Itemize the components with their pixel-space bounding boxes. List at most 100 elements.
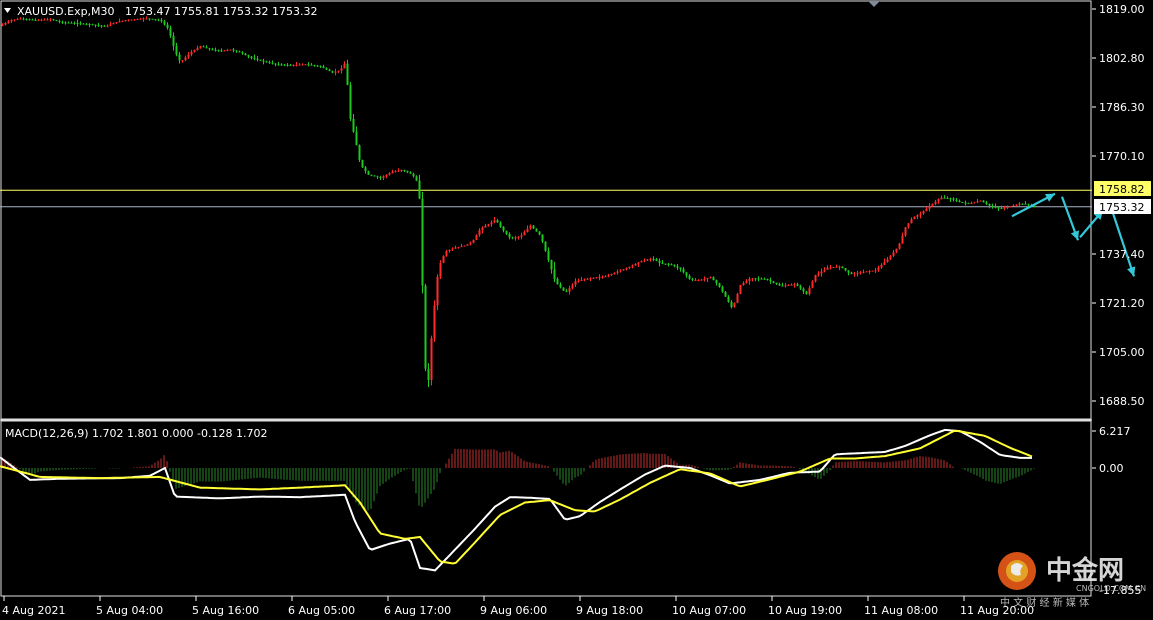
candle-body — [964, 202, 967, 204]
candle-body — [700, 279, 703, 281]
candle-body — [847, 270, 850, 273]
candle-body — [55, 20, 58, 22]
candle-body — [871, 270, 874, 272]
candle-body — [631, 265, 634, 267]
candle-body — [757, 278, 760, 280]
candle-body — [613, 272, 616, 274]
trading-chart-window[interactable]: XAUUSD.Exp,M30 1753.47 1755.81 1753.32 1… — [0, 0, 1153, 620]
candle-body — [187, 54, 190, 58]
candle-body — [553, 269, 556, 279]
triangle-down-icon[interactable] — [4, 8, 11, 13]
candle-body — [718, 283, 721, 287]
candle-body — [196, 48, 199, 51]
candle-body — [598, 277, 601, 279]
candle-body — [994, 206, 997, 208]
candle-body — [403, 169, 406, 171]
candle-body — [310, 64, 313, 66]
candle-body — [343, 63, 346, 69]
candle-body — [652, 258, 655, 260]
candle-body — [592, 277, 595, 279]
macd-subwindow-frame — [0, 420, 1092, 597]
candle-body — [130, 19, 133, 21]
candle-body — [772, 281, 775, 283]
candle-body — [10, 19, 13, 22]
candle-body — [742, 282, 745, 286]
time-tick-3: 6 Aug 05:00 — [288, 604, 355, 617]
resistance-price-tag: 1758.82 — [1094, 181, 1151, 196]
watermark-domain: CNGOLD.COM.CN — [1076, 584, 1146, 593]
candle-body — [646, 259, 649, 261]
candle-body — [946, 198, 949, 200]
candle-body — [589, 278, 592, 280]
candle-body — [238, 51, 241, 53]
candle-body — [895, 248, 898, 253]
candle-body — [715, 280, 718, 284]
candle-body — [214, 49, 217, 51]
candle-body — [478, 230, 481, 236]
candle-body — [814, 275, 817, 282]
candle-body — [967, 202, 970, 204]
candle-body — [1006, 206, 1009, 208]
forecast-arrow-shaft[interactable] — [1111, 212, 1136, 277]
candle-body — [712, 277, 715, 281]
candle-body — [163, 21, 166, 25]
candle-body — [67, 22, 70, 24]
macd-main-line — [0, 428, 1032, 572]
candle-body — [1018, 203, 1021, 205]
candle-body — [364, 167, 367, 172]
chart-shift-marker-icon[interactable] — [868, 1, 880, 7]
price-tick-1770: 1770.10 — [1099, 150, 1145, 163]
candle-body — [940, 197, 943, 200]
candle-body — [679, 267, 682, 270]
candle-body — [427, 368, 430, 380]
candle-body — [262, 60, 265, 62]
candle-body — [547, 250, 550, 261]
candle-body — [235, 50, 238, 52]
candle-body — [430, 338, 433, 380]
candle-body — [973, 202, 976, 204]
candle-body — [664, 263, 667, 265]
candle-body — [181, 60, 184, 62]
price-tick-1688: 1688.50 — [1099, 395, 1145, 408]
candle-body — [934, 201, 937, 204]
candle-body — [883, 262, 886, 265]
time-tick-1: 5 Aug 04:00 — [96, 604, 163, 617]
candle-body — [751, 278, 754, 280]
candle-body — [202, 46, 205, 48]
candle-body — [922, 211, 925, 214]
candle-body — [559, 284, 562, 288]
candle-body — [685, 272, 688, 276]
candle-body — [931, 203, 934, 207]
candle-body — [562, 287, 565, 291]
candle-body — [457, 246, 460, 248]
candle-body — [886, 259, 889, 263]
candle-body — [865, 271, 868, 273]
candle-body — [991, 205, 994, 207]
candle-body — [778, 284, 781, 286]
candle-body — [604, 276, 607, 278]
candle-body — [727, 296, 730, 302]
candle-body — [97, 25, 100, 27]
candle-body — [109, 24, 112, 26]
candle-body — [388, 173, 391, 175]
candle-body — [82, 23, 85, 25]
candle-body — [799, 285, 802, 289]
time-tick-4: 6 Aug 17:00 — [384, 604, 451, 617]
watermark-tagline: 中 文 财 经 新 媒 体 — [1000, 596, 1089, 609]
candle-body — [16, 19, 19, 21]
candle-body — [391, 171, 394, 174]
candle-body — [976, 201, 979, 203]
candle-body — [481, 227, 484, 231]
candle-body — [790, 284, 793, 286]
candle-body — [328, 69, 331, 72]
watermark-name: 中金网 — [1046, 555, 1124, 586]
candle-body — [691, 278, 694, 280]
candle-body — [760, 278, 763, 280]
candle-body — [148, 18, 151, 20]
candle-body — [85, 23, 88, 25]
candle-body — [1009, 206, 1012, 208]
candle-body — [412, 173, 415, 177]
candle-body — [682, 269, 685, 273]
candle-body — [472, 239, 475, 243]
candle-body — [316, 65, 319, 67]
